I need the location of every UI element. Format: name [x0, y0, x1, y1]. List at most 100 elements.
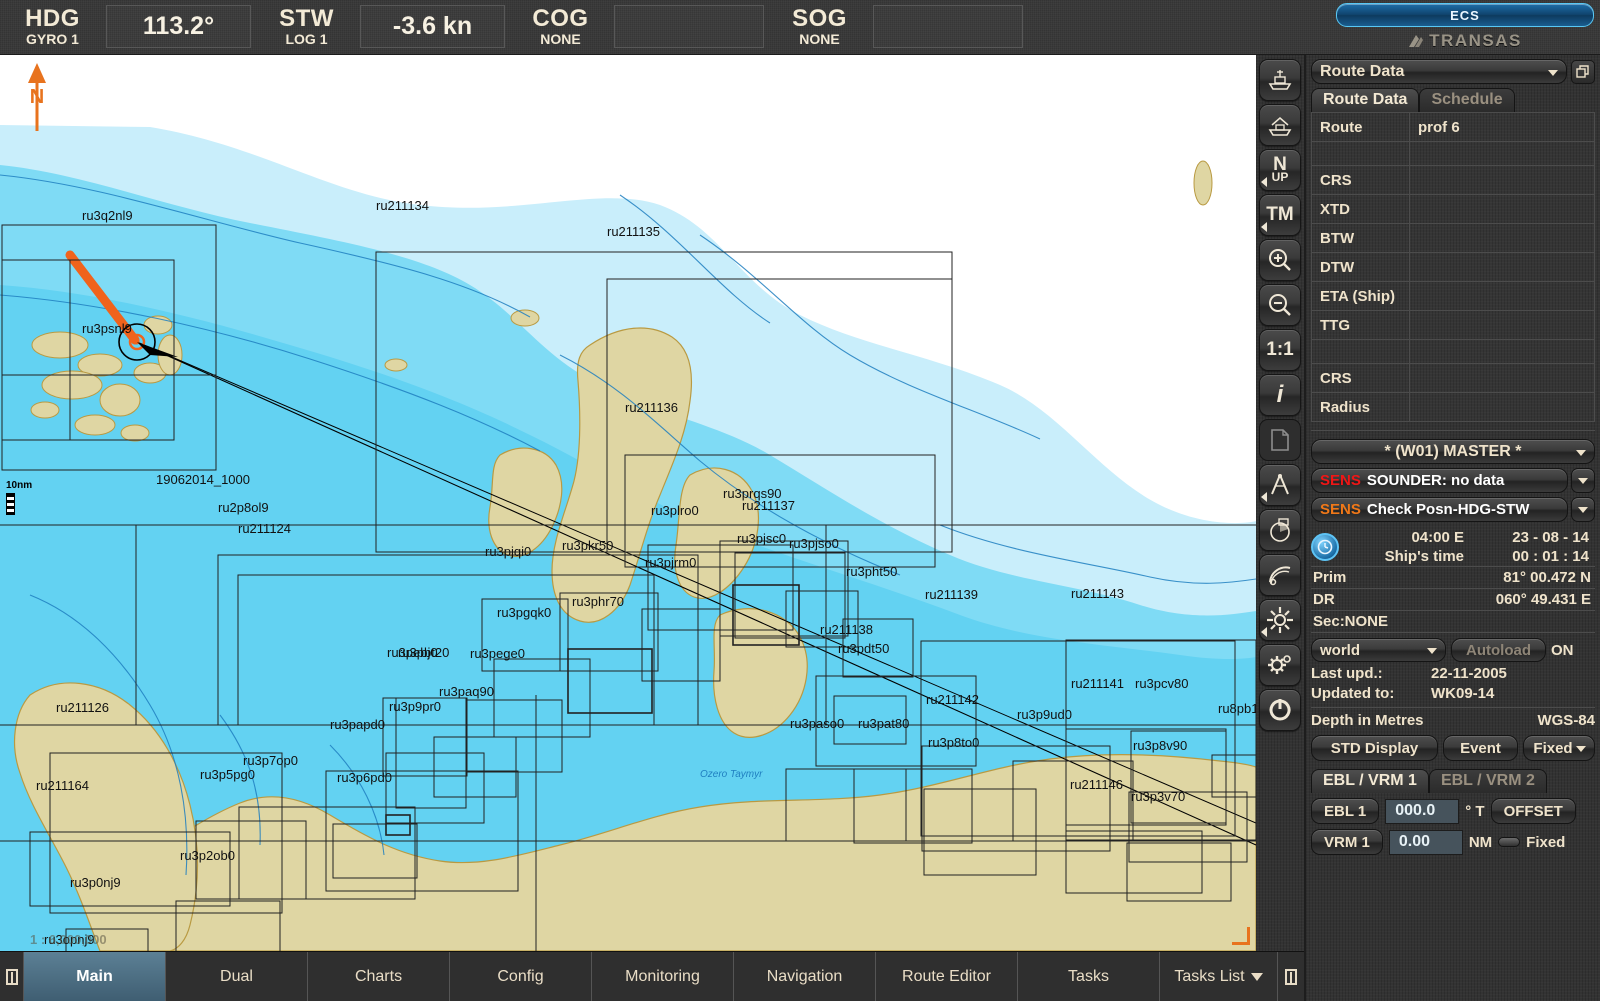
dr-label: DR	[1313, 591, 1335, 608]
true-motion-button[interactable]: TM	[1259, 194, 1301, 236]
position-sec-row: Sec:NONE	[1311, 610, 1595, 633]
power-button[interactable]	[1259, 689, 1301, 731]
chart-corner-marker	[1232, 927, 1250, 945]
divider-caret-icon[interactable]	[1261, 492, 1267, 502]
taskbar-left-toggle[interactable]	[0, 952, 24, 1001]
fixed-mode-button[interactable]: Fixed	[1523, 735, 1595, 761]
cog-sensor-group[interactable]: COG NONE	[508, 0, 767, 54]
taskbar-item-tasks[interactable]: Tasks	[1018, 952, 1160, 1001]
autoload-state: ON	[1551, 641, 1574, 659]
ecs-mode-button[interactable]: ECS	[1336, 3, 1594, 27]
settings-gear-button[interactable]	[1259, 644, 1301, 686]
divider-compass-icon	[1271, 474, 1289, 495]
alarm-sounder-dropdown[interactable]	[1571, 468, 1595, 493]
alarm-check-posn[interactable]: SENS Check Posn-HDG-STW	[1311, 497, 1568, 522]
ship-own-glyph	[1268, 70, 1292, 90]
north-up-label: N UP	[1272, 155, 1289, 183]
north-up-caret-icon[interactable]	[1261, 177, 1267, 187]
ebl-vrm-tabs: EBL / VRM 1 EBL / VRM 2	[1311, 769, 1595, 793]
tab-schedule[interactable]: Schedule	[1419, 88, 1515, 112]
north-up-button[interactable]: N UP	[1259, 149, 1301, 191]
clock-icon[interactable]	[1311, 533, 1339, 561]
ebl-offset-button[interactable]: OFFSET	[1490, 798, 1576, 824]
sea-chart-canvas[interactable]: Ozero Taymyr ru3q2nl9 ru3psnl9 ru211134 ru2…	[0, 55, 1256, 951]
chart-collection-selector[interactable]: world	[1311, 638, 1446, 662]
position-prim-row: Prim 81° 00.472 N	[1311, 566, 1595, 588]
chart-cell-label: ru3q2nl9	[82, 208, 133, 223]
date-value: 23 - 08 - 14	[1512, 529, 1589, 546]
sog-sensor-group[interactable]: SOG NONE	[767, 0, 1026, 54]
depth-datum-row: Depth in Metres WGS-84	[1311, 707, 1595, 729]
taskbar-item-charts[interactable]: Charts	[308, 952, 450, 1001]
master-station-selector[interactable]: * (W01) MASTER *	[1311, 439, 1595, 464]
taskbar-item-main[interactable]: Main	[24, 952, 166, 1001]
taskbar-right-toggle[interactable]	[1278, 952, 1304, 1001]
alarm-sounder[interactable]: SENS SOUNDER: no data	[1311, 468, 1568, 493]
chart-cell-label: ru3pdt50	[838, 641, 889, 656]
taskbar-item-route-editor[interactable]: Route Editor	[876, 952, 1018, 1001]
row-value	[1409, 339, 1595, 364]
alarm-posn-dropdown[interactable]	[1571, 497, 1595, 522]
std-display-button[interactable]: STD Display	[1311, 735, 1438, 761]
taskbar-item-monitoring[interactable]: Monitoring	[592, 952, 734, 1001]
divider-tool-button[interactable]	[1259, 464, 1301, 506]
tasks-list-dropdown[interactable]: Tasks List	[1160, 952, 1278, 1001]
vrm-value-field[interactable]: 0.00	[1388, 829, 1463, 855]
hdg-source: GYRO 1	[26, 31, 79, 48]
chart-cell-label: ru3pat80	[858, 716, 909, 731]
vrm-1-button[interactable]: VRM 1	[1311, 829, 1383, 855]
ship-anchor-icon[interactable]	[1259, 104, 1301, 146]
table-row: DTW	[1311, 252, 1595, 282]
stw-value: -3.6 kn	[360, 5, 505, 48]
chevron-down-icon	[1576, 746, 1586, 752]
place-label-ozero-taymyr: Ozero Taymyr	[700, 769, 763, 780]
vrm-fixed-toggle[interactable]	[1498, 837, 1521, 847]
stw-sensor-group[interactable]: STW LOG 1 -3.6 kn	[254, 0, 508, 54]
radar-overlay-icon	[1270, 518, 1290, 542]
panel-undock-button[interactable]	[1571, 59, 1595, 84]
chart-cell-label: ru3pgqk0	[497, 605, 551, 620]
brightness-button[interactable]	[1259, 599, 1301, 641]
row-value	[1409, 281, 1595, 311]
chart-cell-label: ru3pjsc0	[737, 531, 786, 546]
zoom-out-button[interactable]	[1259, 284, 1301, 326]
true-motion-caret-icon[interactable]	[1261, 222, 1267, 232]
chart-cell-label: ru3p2ob0	[180, 848, 235, 863]
table-row: BTW	[1311, 223, 1595, 253]
taskbar-item-config[interactable]: Config	[450, 952, 592, 1001]
radar-overlay-button[interactable]	[1259, 509, 1301, 551]
zoom-in-button[interactable]	[1259, 239, 1301, 281]
event-button[interactable]: Event	[1443, 735, 1518, 761]
hdg-sensor-group[interactable]: HDG GYRO 1 113.2°	[0, 0, 254, 54]
taskbar-item-navigation[interactable]: Navigation	[734, 952, 876, 1001]
chart-page-button[interactable]	[1259, 419, 1301, 461]
tab-route-data[interactable]: Route Data	[1311, 88, 1420, 112]
position-dr-row: DR 060° 49.431 E	[1311, 588, 1595, 610]
tab-ebl-vrm-2[interactable]: EBL / VRM 2	[1428, 769, 1547, 793]
chart-cell-label: ru211146	[1070, 777, 1123, 792]
brightness-caret-icon[interactable]	[1261, 627, 1267, 637]
taskbar-item-dual[interactable]: Dual	[166, 952, 308, 1001]
tasks-list-label: Tasks List	[1174, 967, 1245, 985]
table-row: CRS	[1311, 165, 1595, 195]
row-value	[1409, 194, 1595, 224]
tab-ebl-vrm-1[interactable]: EBL / VRM 1	[1311, 769, 1429, 793]
autoload-button[interactable]: Autoload	[1451, 638, 1546, 662]
alarm-row-sounder: SENS SOUNDER: no data	[1311, 468, 1595, 493]
chart-display-area[interactable]: Ozero Taymyr ru3q2nl9 ru3psnl9 ru211134 ru2…	[0, 55, 1256, 951]
ship-home-glyph	[1268, 117, 1292, 136]
scale-one-to-one-button[interactable]: 1:1	[1259, 329, 1301, 371]
table-row: ETA (Ship)	[1311, 281, 1595, 311]
ecs-application-window: HDG GYRO 1 113.2° STW LOG 1 -3.6 kn COG …	[0, 0, 1600, 1001]
panel-mode-selector[interactable]: Route Data	[1311, 59, 1567, 84]
ship-own-icon[interactable]	[1259, 59, 1301, 101]
ebl-value-field[interactable]: 000.0	[1385, 798, 1460, 824]
panel-divider	[1311, 430, 1595, 431]
sensor-status-bar: HDG GYRO 1 113.2° STW LOG 1 -3.6 kn COG …	[0, 0, 1600, 55]
table-row: Route prof 6	[1311, 112, 1595, 142]
info-button[interactable]: i	[1259, 374, 1301, 416]
chart-cell-label: ru211137	[742, 498, 795, 513]
ebl-1-button[interactable]: EBL 1	[1311, 798, 1380, 824]
sector-tool-button[interactable]	[1259, 554, 1301, 596]
row-value[interactable]: prof 6	[1409, 112, 1595, 142]
